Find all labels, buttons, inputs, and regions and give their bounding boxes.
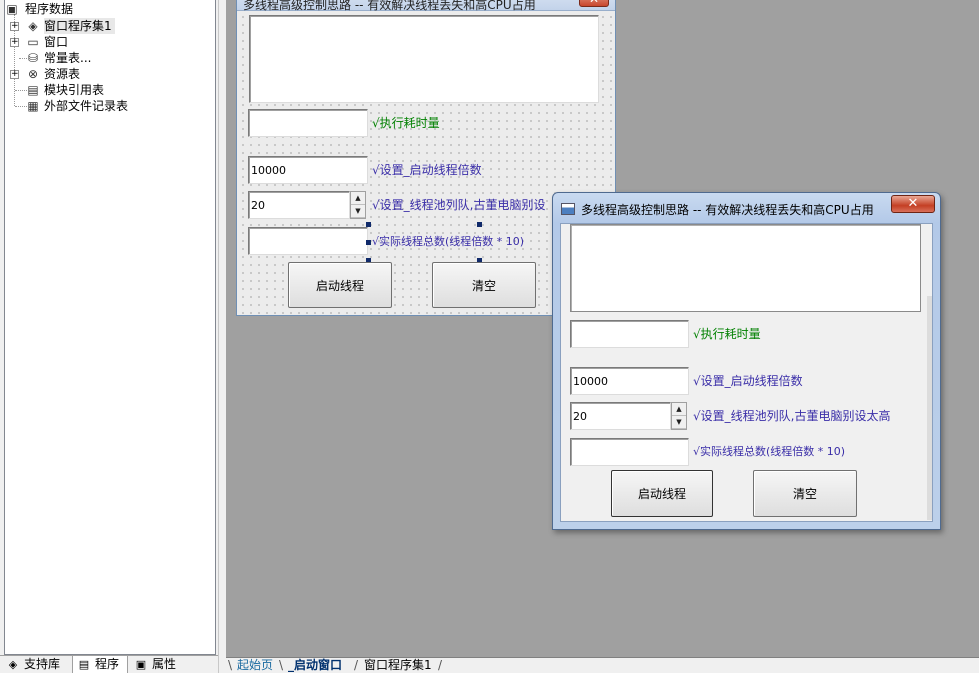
- multiplier-input[interactable]: 10000: [248, 156, 368, 184]
- running-window[interactable]: 多线程高级控制思路 -- 有效解决线程丢失和高CPU占用 ✕ √执行耗时量 10…: [552, 192, 941, 530]
- program-data-icon: ▣: [6, 2, 18, 16]
- panel-splitter[interactable]: [218, 0, 226, 673]
- window-title: 多线程高级控制思路 -- 有效解决线程丢失和高CPU占用: [581, 203, 874, 217]
- start-threads-button[interactable]: 启动线程: [611, 470, 713, 517]
- total-threads-label: √实际线程总数(线程倍数 * 10): [372, 235, 525, 248]
- program-icon: ▤: [78, 658, 90, 671]
- output-textarea[interactable]: [249, 15, 599, 103]
- spin-up-icon[interactable]: ▲: [672, 403, 686, 416]
- tab-separator: \: [279, 658, 284, 672]
- spin-up-icon[interactable]: ▲: [351, 192, 365, 205]
- design-form-titlebar[interactable]: 多线程高级控制思路 -- 有效解决线程丢失和高CPU占用 ✕: [237, 0, 615, 12]
- multiplier-input[interactable]: 10000: [570, 367, 689, 395]
- expand-icon[interactable]: +: [10, 22, 19, 31]
- library-icon: ◈: [8, 658, 18, 671]
- layers-icon: ◈: [28, 19, 38, 33]
- start-threads-button[interactable]: 启动线程: [288, 262, 392, 308]
- design-form-title: 多线程高级控制思路 -- 有效解决线程丢失和高CPU占用: [243, 0, 536, 12]
- tab-window-assembly[interactable]: 窗口程序集1: [364, 658, 432, 673]
- selection-handle[interactable]: [366, 222, 371, 227]
- tab-separator: /: [354, 658, 359, 672]
- selection-handle[interactable]: [477, 222, 482, 227]
- panel-tabs: ◈ 支持库 ▤ 程序 ▣ 属性: [0, 655, 226, 673]
- close-icon[interactable]: ✕: [579, 0, 609, 7]
- tree-item-label: 程序数据: [25, 2, 74, 16]
- expand-icon[interactable]: +: [10, 38, 19, 47]
- tree-item-label: 常量表...: [44, 51, 92, 65]
- file-icon: ▦: [27, 99, 39, 113]
- tree-item-label: 资源表: [44, 67, 81, 81]
- pool-size-stepper[interactable]: ▲ ▼: [350, 191, 366, 219]
- program-tree[interactable]: ▣ 程序数据 + ◈ 窗口程序集1 + ▭ 窗口 ⛁ 常量表... + ⊗ 资源…: [4, 0, 216, 655]
- properties-icon: ▣: [135, 658, 147, 671]
- pool-size-input[interactable]: 20: [570, 402, 671, 430]
- total-threads-input[interactable]: [570, 438, 689, 466]
- spin-down-icon[interactable]: ▼: [351, 205, 365, 218]
- tab-properties[interactable]: ▣ 属性: [130, 656, 186, 673]
- tab-start-page[interactable]: 起始页: [237, 658, 273, 673]
- tab-program[interactable]: ▤ 程序: [72, 656, 128, 673]
- spin-down-icon[interactable]: ▼: [672, 416, 686, 429]
- scrollbar[interactable]: [927, 296, 932, 520]
- exec-time-input[interactable]: [570, 320, 689, 348]
- exec-time-label: √执行耗时量: [693, 327, 761, 341]
- pool-size-input[interactable]: 20: [248, 191, 350, 219]
- pool-size-stepper[interactable]: ▲ ▼: [671, 402, 687, 430]
- resource-icon: ⊗: [27, 67, 39, 81]
- tab-support-library[interactable]: ◈ 支持库: [2, 656, 70, 673]
- window-app-icon: [561, 203, 575, 215]
- output-textarea[interactable]: [570, 224, 921, 312]
- tab-start-window[interactable]: _启动窗口: [288, 658, 342, 673]
- tab-label: 程序: [95, 657, 120, 671]
- tree-item-label: 窗口: [44, 35, 69, 49]
- selection-handle[interactable]: [366, 240, 371, 245]
- window-client-area: √执行耗时量 10000 √设置_启动线程倍数 20 ▲ ▼ √设置_线程池列队…: [560, 223, 933, 522]
- close-icon[interactable]: ✕: [891, 195, 935, 213]
- tab-separator: /: [438, 658, 443, 672]
- clear-button[interactable]: 清空: [432, 262, 536, 308]
- tab-label: 属性: [152, 657, 177, 671]
- expand-icon[interactable]: +: [10, 70, 19, 79]
- pool-size-label: √设置_线程池列队,古董电脑别设: [372, 198, 546, 212]
- total-threads-input[interactable]: [248, 227, 368, 255]
- window-icon: ▭: [27, 35, 39, 49]
- tree-item-label: 模块引用表: [44, 83, 105, 97]
- multiplier-label: √设置_启动线程倍数: [372, 163, 482, 177]
- multiplier-label: √设置_启动线程倍数: [693, 374, 803, 388]
- clear-button[interactable]: 清空: [753, 470, 857, 517]
- tree-item-label: 外部文件记录表: [44, 99, 129, 113]
- database-icon: ⛁: [27, 51, 39, 65]
- document-tabs: \ 起始页 \ _启动窗口 / 窗口程序集1 /: [226, 657, 979, 673]
- module-icon: ▤: [27, 83, 39, 97]
- exec-time-label: √执行耗时量: [372, 116, 440, 130]
- tab-label: 支持库: [24, 657, 61, 671]
- tab-separator: \: [228, 658, 233, 672]
- tree-item-label: 窗口程序集1: [44, 18, 115, 34]
- pool-size-label: √设置_线程池列队,古董电脑别设太高: [693, 409, 891, 423]
- project-panel: ▣ 程序数据 + ◈ 窗口程序集1 + ▭ 窗口 ⛁ 常量表... + ⊗ 资源…: [0, 0, 226, 673]
- total-threads-label: √实际线程总数(线程倍数 * 10): [693, 445, 846, 458]
- exec-time-input[interactable]: [248, 109, 368, 137]
